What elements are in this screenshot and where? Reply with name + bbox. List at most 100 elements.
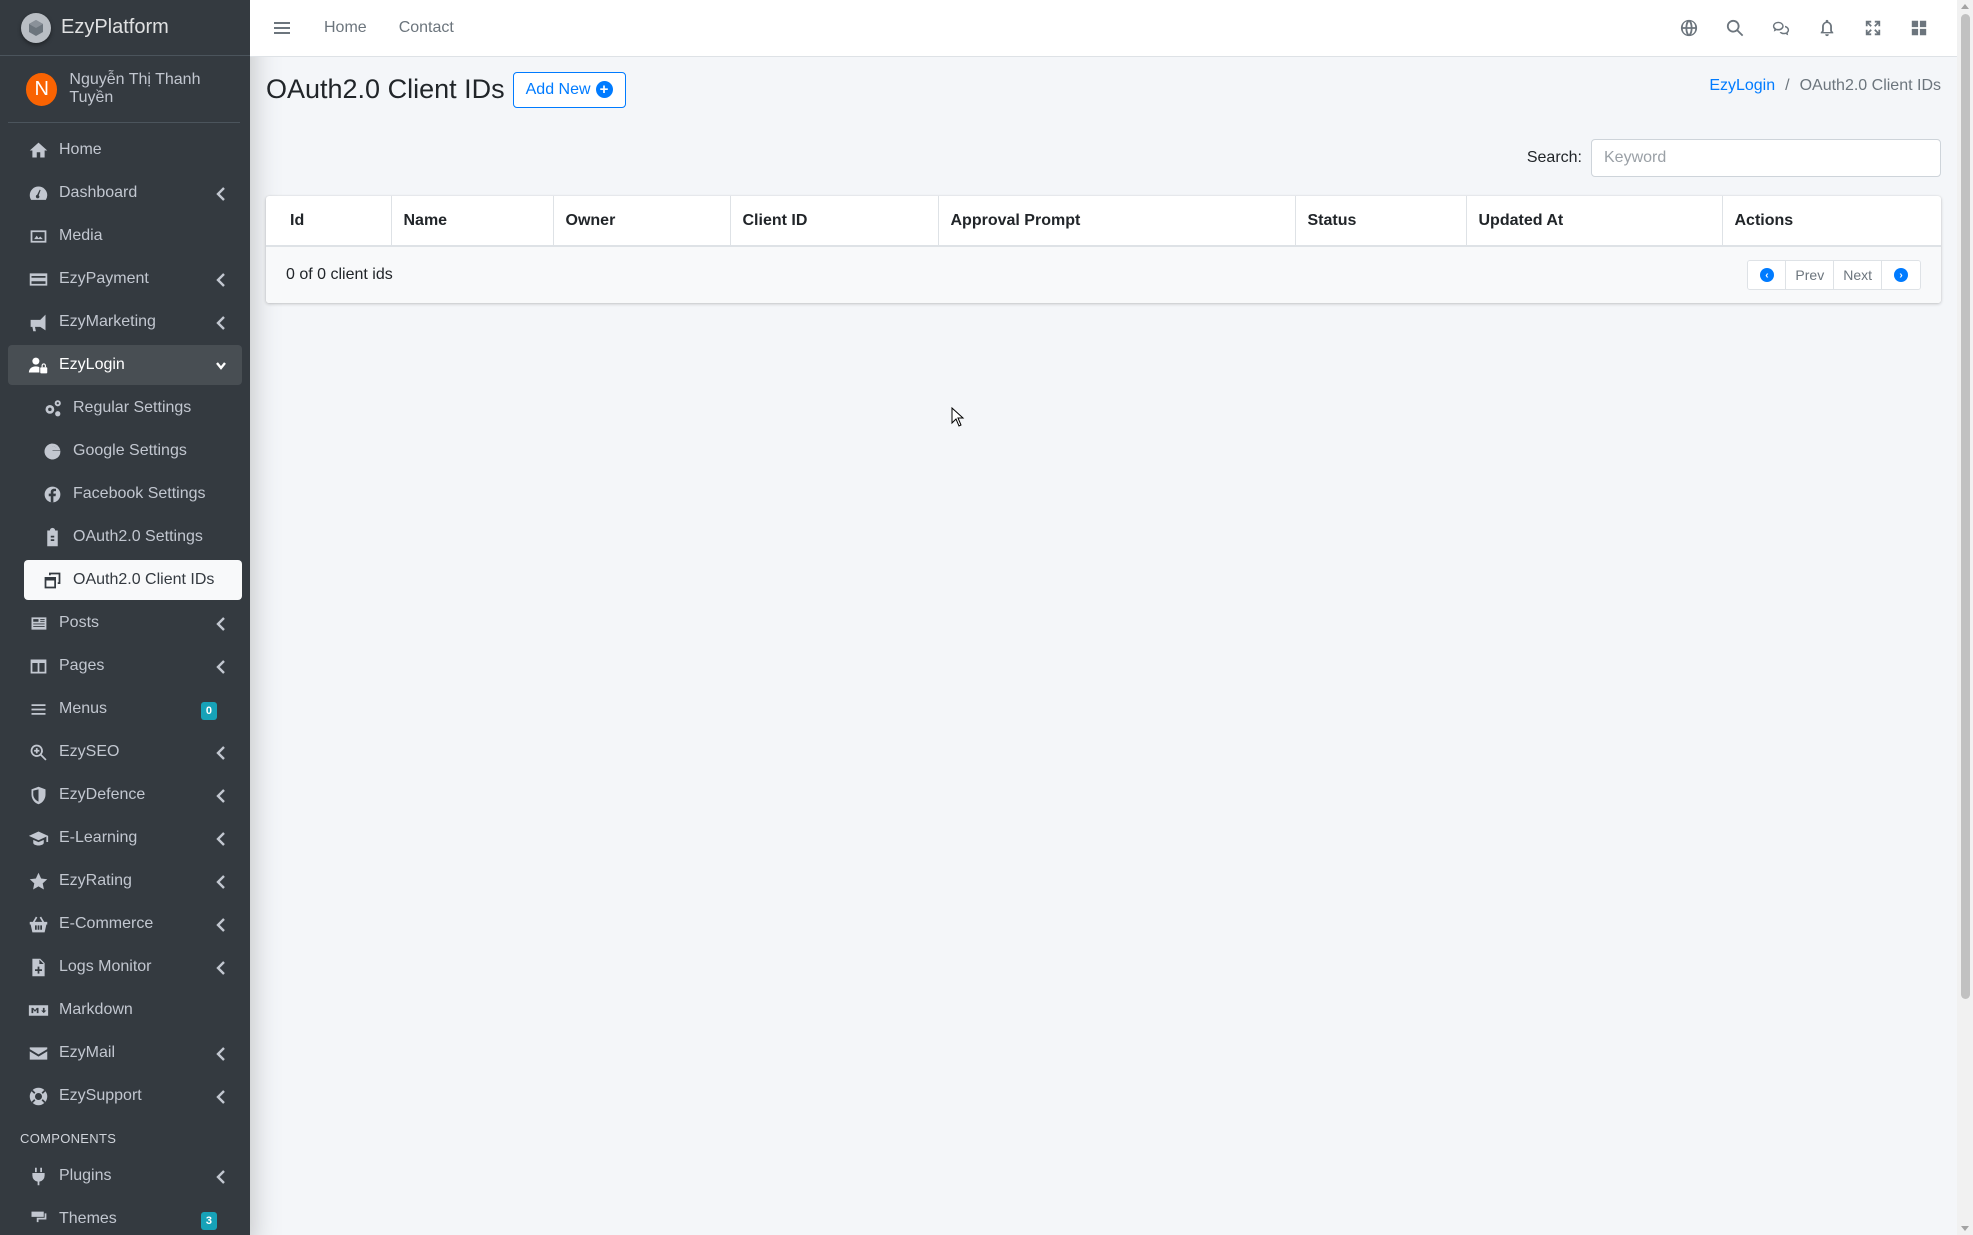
sidebar-item-logs-monitor[interactable]: Logs Monitor: [8, 947, 242, 987]
themes-badge: 3: [200, 1212, 217, 1230]
last-page-button[interactable]: ›: [1882, 261, 1920, 289]
page-scrollbar[interactable]: [1957, 0, 1973, 1235]
sidebar-item-label: EzyPayment: [59, 270, 149, 287]
bullhorn-icon: [26, 310, 50, 334]
top-nav-contact-link[interactable]: Contact: [399, 19, 454, 37]
sidebar-item-label: EzyLogin: [59, 356, 125, 373]
sidebar-item-oauth2-client-ids[interactable]: OAuth2.0 Client IDs: [24, 560, 242, 600]
chevron-left-icon: [216, 272, 226, 287]
add-new-label: Add New: [525, 80, 591, 98]
top-nav-icons: [1679, 18, 1929, 38]
sidebar-item-posts[interactable]: Posts: [8, 603, 242, 643]
top-navbar: Home Contact: [250, 0, 1957, 57]
search-plus-icon: [26, 740, 50, 764]
add-new-button[interactable]: Add New +: [512, 71, 626, 108]
column-header-updated-at[interactable]: Updated At: [1466, 196, 1723, 247]
sidebar-item-ezymail[interactable]: EzyMail: [8, 1033, 242, 1073]
dashboard-icon: [26, 181, 50, 205]
sidebar-section-header: COMPONENTS: [20, 1131, 117, 1146]
chevron-left-icon: [216, 874, 226, 889]
column-header-approval-prompt[interactable]: Approval Prompt: [938, 196, 1296, 247]
chevron-left-icon: [216, 1089, 226, 1104]
sidebar-item-ezyseo[interactable]: EzySEO: [8, 732, 242, 772]
search-icon[interactable]: [1725, 18, 1745, 38]
scrollbar-thumb[interactable]: [1961, 14, 1970, 999]
user-panel[interactable]: N Nguyễn Thị Thanh Tuyền: [8, 56, 240, 123]
hamburger-menu-icon[interactable]: [270, 16, 294, 40]
breadcrumb-separator: /: [1785, 77, 1790, 94]
column-header-name[interactable]: Name: [391, 196, 554, 247]
sidebar-item-ezylogin[interactable]: EzyLogin: [8, 345, 242, 385]
chevron-left-icon: [216, 315, 226, 330]
sidebar-item-label: Dashboard: [59, 184, 138, 201]
sidebar-item-e-learning[interactable]: E-Learning: [8, 818, 242, 858]
sidebar-item-ezydefence[interactable]: EzyDefence: [8, 775, 242, 815]
sidebar-item-themes[interactable]: Themes 3: [8, 1199, 242, 1235]
sidebar-item-google-settings[interactable]: Google Settings: [8, 431, 242, 471]
brand-logo-icon: [21, 12, 51, 43]
sidebar-item-e-commerce[interactable]: E-Commerce: [8, 904, 242, 944]
home-icon: [26, 138, 50, 162]
paint-icon: [26, 1207, 50, 1231]
sidebar: EzyPlatform N Nguyễn Thị Thanh Tuyền Hom…: [0, 0, 250, 1235]
sidebar-item-ezysupport[interactable]: EzySupport: [8, 1076, 242, 1116]
clipboard-icon: [40, 525, 64, 549]
envelope-icon: [26, 1041, 50, 1065]
column-header-owner[interactable]: Owner: [553, 196, 731, 247]
chevron-left-icon: [216, 616, 226, 631]
sidebar-item-dashboard[interactable]: Dashboard: [8, 173, 242, 213]
columns-icon: [26, 654, 50, 678]
basket-icon: [26, 912, 50, 936]
newspaper-icon: [26, 611, 50, 635]
sidebar-item-label: EzySupport: [59, 1087, 142, 1104]
google-icon: [40, 439, 64, 463]
chevron-left-icon: [216, 1169, 226, 1184]
sidebar-item-pages[interactable]: Pages: [8, 646, 242, 686]
expand-icon[interactable]: [1863, 18, 1883, 38]
first-page-button[interactable]: ‹: [1748, 261, 1787, 289]
sidebar-item-ezypayment[interactable]: EzyPayment: [8, 259, 242, 299]
globe-icon[interactable]: [1679, 18, 1699, 38]
brand-link[interactable]: EzyPlatform: [0, 0, 250, 56]
search-input[interactable]: [1591, 139, 1941, 177]
image-icon: [26, 224, 50, 248]
file-medical-icon: [26, 955, 50, 979]
next-page-button[interactable]: Next: [1834, 261, 1882, 289]
sidebar-item-ezyrating[interactable]: EzyRating: [8, 861, 242, 901]
column-header-status[interactable]: Status: [1295, 196, 1467, 247]
sidebar-item-label: Media: [59, 227, 103, 244]
mouse-cursor-icon: [951, 407, 965, 427]
column-header-client-id[interactable]: Client ID: [730, 196, 939, 247]
column-header-id[interactable]: Id: [266, 196, 392, 247]
sidebar-item-label: Facebook Settings: [73, 485, 206, 502]
chevron-down-icon: [216, 358, 226, 372]
chevron-left-icon: [216, 186, 226, 201]
sidebar-item-regular-settings[interactable]: Regular Settings: [8, 388, 242, 428]
scroll-down-arrow-icon[interactable]: [1961, 1226, 1969, 1231]
user-lock-icon: [26, 353, 50, 377]
sidebar-item-menus[interactable]: Menus 0: [8, 689, 242, 729]
sidebar-item-ezymarketing[interactable]: EzyMarketing: [8, 302, 242, 342]
sidebar-item-media[interactable]: Media: [8, 216, 242, 256]
bell-icon[interactable]: [1817, 18, 1837, 38]
top-nav-home-link[interactable]: Home: [324, 19, 367, 37]
sidebar-item-label: Posts: [59, 614, 100, 631]
breadcrumb-ezylogin-link[interactable]: EzyLogin: [1709, 77, 1775, 95]
table-footer: 0 of 0 client ids ‹ Prev Next ›: [266, 247, 1941, 303]
grid-icon[interactable]: [1909, 18, 1929, 38]
sidebar-item-home[interactable]: Home: [8, 130, 242, 170]
sidebar-item-label: Home: [59, 141, 102, 158]
sidebar-item-label: EzyDefence: [59, 786, 146, 803]
sidebar-item-markdown[interactable]: Markdown: [8, 990, 242, 1030]
scroll-up-arrow-icon[interactable]: [1961, 4, 1969, 9]
plus-circle-icon: +: [595, 81, 613, 98]
bars-icon: [26, 697, 50, 721]
sidebar-item-plugins[interactable]: Plugins: [8, 1156, 242, 1196]
sidebar-item-facebook-settings[interactable]: Facebook Settings: [8, 474, 242, 514]
comments-icon[interactable]: [1771, 18, 1791, 38]
chevron-left-icon: [216, 1046, 226, 1061]
prev-page-button[interactable]: Prev: [1786, 261, 1835, 289]
sidebar-item-oauth2-settings[interactable]: OAuth2.0 Settings: [8, 517, 242, 557]
client-ids-table: Id Name Owner Client ID Approval Prompt …: [266, 196, 1941, 247]
user-name[interactable]: Nguyễn Thị Thanh Tuyền: [69, 71, 240, 107]
